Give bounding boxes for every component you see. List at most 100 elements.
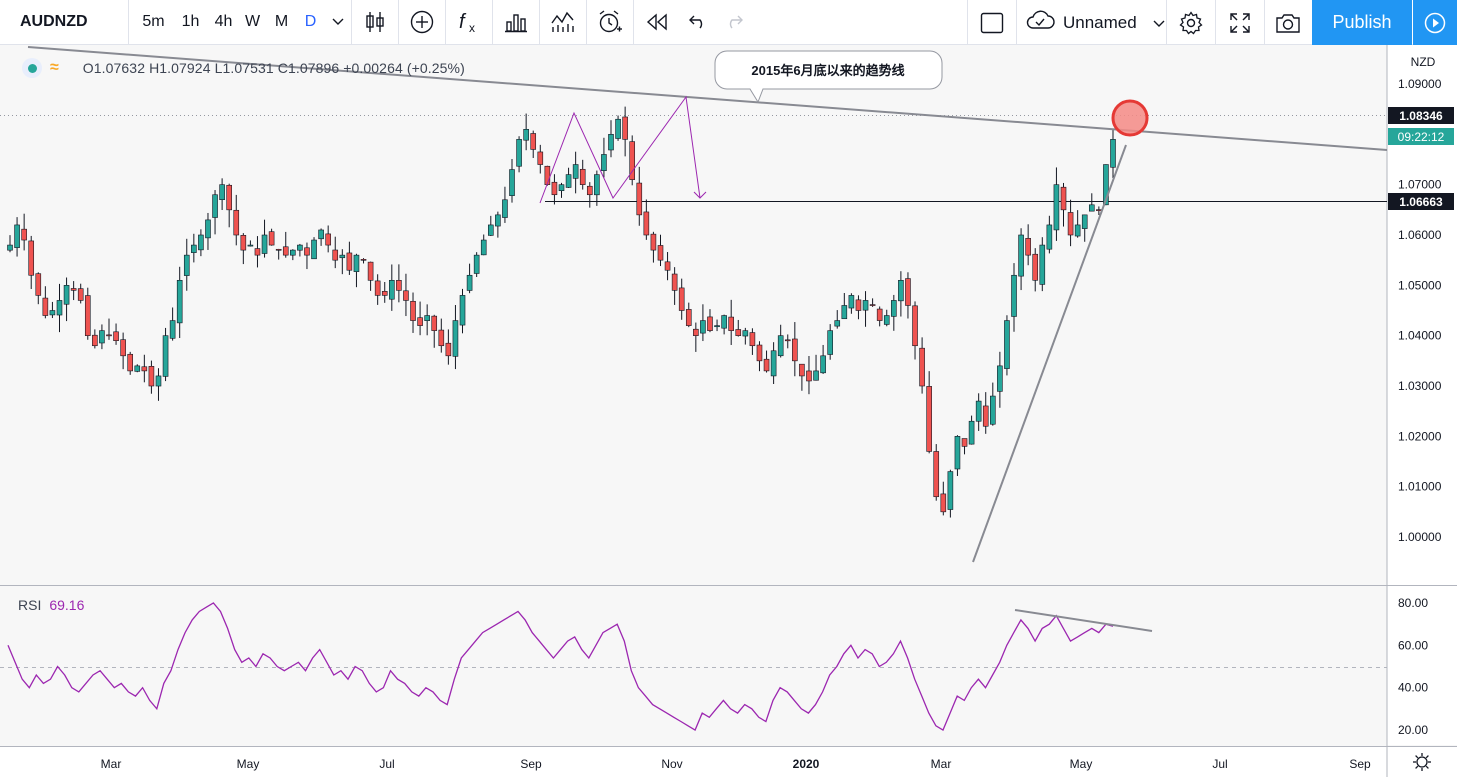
candle-body [735,329,742,336]
timeframe-5m[interactable]: 5m [139,0,168,45]
candle-body [148,366,155,387]
candle-body [198,234,204,251]
candle-body [1039,244,1046,285]
price-tick-label: 1.07000 [1398,178,1442,192]
time-axis-label: Sep [520,757,542,771]
candle-body [834,320,841,327]
candle-body [1004,320,1010,369]
chart-svg[interactable]: 1.090001.080001.070001.060001.050001.040… [0,45,1457,777]
candle-body [502,199,508,218]
candle-body [466,274,473,291]
chevron-down-icon [1153,13,1165,33]
symbol-search-button[interactable]: AUDNZD [0,0,128,45]
candle-body [275,248,282,251]
candle-body [176,279,183,324]
candle-body [452,320,459,357]
redo-icon[interactable] [716,0,752,45]
timeframe-1h[interactable]: 1h [176,0,205,45]
candle-body [325,233,331,246]
candle-body [551,181,558,196]
candle-body [28,240,35,276]
candle-body [56,300,63,316]
plus-circle-icon[interactable] [399,0,445,45]
chevron-down-icon[interactable] [325,0,351,45]
price-tick-label: 1.01000 [1398,480,1442,494]
bar-chart-icon[interactable] [493,0,539,45]
candle-body [905,278,911,306]
publish-button[interactable]: Publish [1312,0,1412,45]
candle-body [671,273,678,291]
undo-icon[interactable] [680,0,716,45]
rsi-pane[interactable] [0,586,1387,746]
svg-text:09:22:12: 09:22:12 [1398,130,1445,144]
time-axis[interactable] [0,746,1457,777]
candle-body [961,438,968,447]
highlight-circle[interactable] [1111,99,1149,137]
time-axis-label: Mar [101,757,122,771]
indicator-wave-icon[interactable]: ≈ [50,59,59,77]
candle-body [268,231,275,246]
candle-body [784,339,791,342]
rsi-value: 69.16 [49,597,85,613]
candle-body [1018,234,1024,277]
candle-body [346,252,353,271]
candle-body [912,305,918,347]
layout-name-label: Unnamed [1063,12,1137,32]
candle-body [516,139,522,167]
layout-name-button[interactable]: Unnamed [1017,0,1165,45]
candle-body [424,315,430,321]
candle-body [997,365,1003,392]
square-icon[interactable] [968,0,1016,45]
rsi-tick-label: 40.00 [1398,681,1428,695]
candle-body [21,228,27,241]
fx-icon[interactable]: fx [446,0,492,45]
annotation-text: 2015年6月底以来的趋势线 [751,63,904,78]
candle-body [212,194,218,218]
candle-body [438,329,445,347]
price-tick-label: 1.02000 [1398,429,1442,443]
replay-icon[interactable] [634,0,680,45]
templates-icon[interactable] [540,0,586,45]
rsi-tick-label: 60.00 [1398,638,1428,652]
candle-body [49,310,56,316]
candle-body [360,259,367,261]
timeframe-4h[interactable]: 4h [209,0,238,45]
camera-icon[interactable] [1265,0,1311,45]
timeframe-m[interactable]: M [267,0,296,45]
rsi-tick-label: 80.00 [1398,596,1428,610]
candle-body [318,229,324,240]
candles-icon[interactable] [352,0,398,45]
candle-body [799,363,805,377]
candle-body [1096,209,1102,211]
timeframe-w[interactable]: W [238,0,267,45]
price-tick-label: 1.09000 [1398,77,1442,91]
price-pane[interactable] [0,45,1387,585]
chart-area[interactable]: 1.090001.080001.070001.060001.050001.040… [0,45,1457,777]
candle-body [827,330,833,355]
candle-body [99,330,105,344]
candle-body [565,174,572,188]
candle-body [233,209,240,236]
candle-body [813,370,819,381]
candle-body [700,320,706,334]
status-dot-icon[interactable] [22,58,42,78]
candle-body [721,315,727,329]
candle-body [982,405,989,427]
candle-body [841,305,848,320]
gear-icon[interactable] [1167,0,1215,45]
candle-body [1046,224,1053,250]
price-tick-label: 1.03000 [1398,379,1442,393]
fullscreen-icon[interactable] [1216,0,1264,45]
time-axis-label: Jul [1212,757,1227,771]
play-icon[interactable] [1413,0,1457,45]
candle-body [742,330,749,337]
candle-body [848,295,855,309]
candle-body [282,246,289,256]
candle-body [261,234,268,254]
svg-text:x: x [469,21,475,35]
candle-body [480,239,487,256]
candle-body [247,244,254,247]
candle-body [205,219,211,239]
timeframe-d[interactable]: D [296,0,325,45]
alarm-icon[interactable] [587,0,633,45]
